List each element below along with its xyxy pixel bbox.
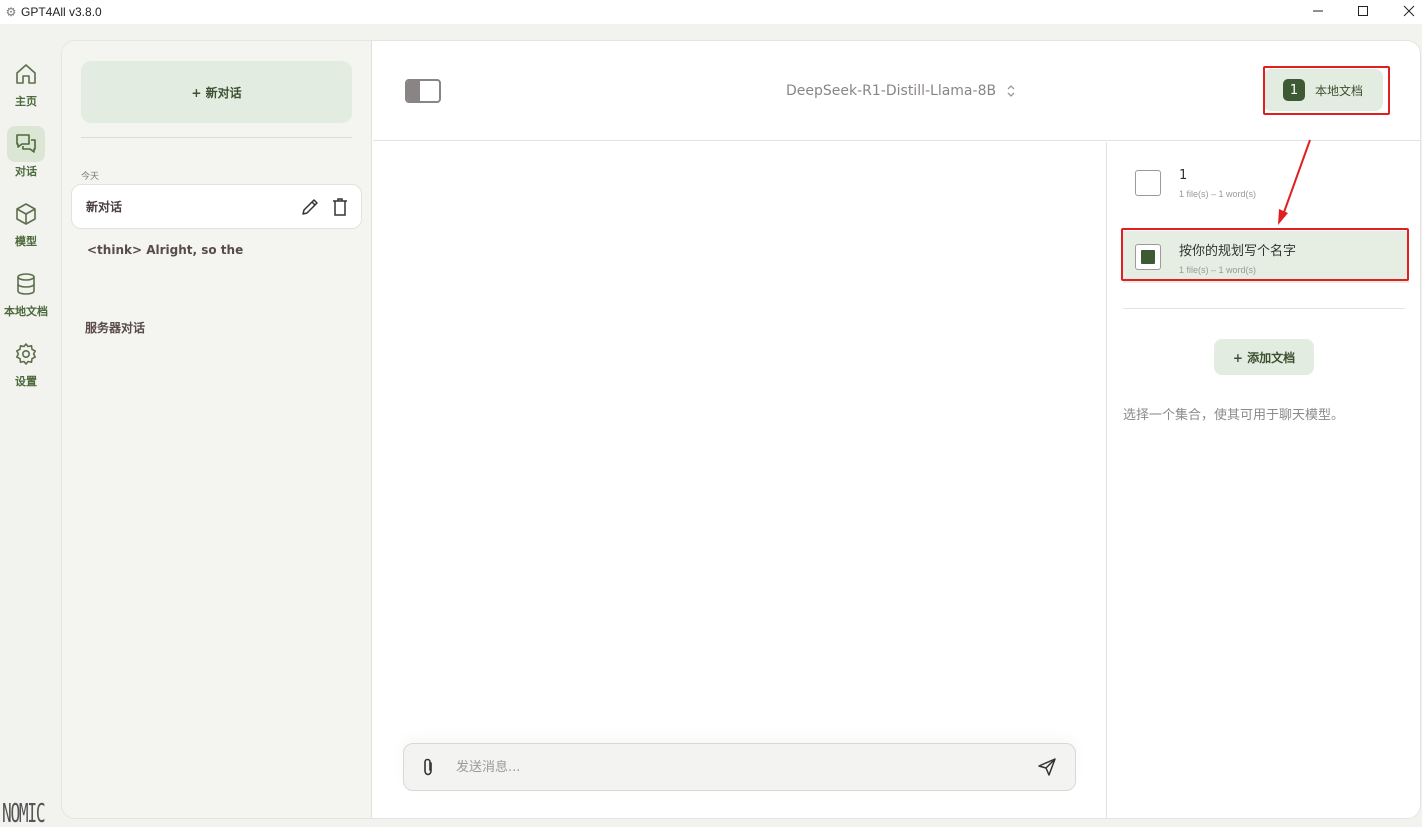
nav-models[interactable]: 模型: [0, 196, 52, 256]
model-name: DeepSeek-R1-Distill-Llama-8B: [786, 83, 997, 99]
chat-item[interactable]: <think> Alright, so the: [87, 243, 243, 257]
nav-home[interactable]: 主页: [0, 56, 52, 116]
chevron-updown-icon: [1006, 83, 1016, 99]
maximize-button[interactable]: [1340, 0, 1386, 22]
conversation-area: [373, 142, 1106, 818]
add-document-button[interactable]: + 添加文档: [1214, 339, 1314, 375]
nomic-logo: NOMIC: [2, 799, 46, 827]
toggle-sidebar-button[interactable]: [405, 79, 441, 103]
nav-home-label: 主页: [15, 95, 37, 108]
message-input[interactable]: [456, 759, 1019, 775]
chat-item-active[interactable]: 新对话: [71, 184, 362, 229]
paperclip-icon[interactable]: [404, 758, 452, 776]
toggle-sidebar-icon: [407, 81, 420, 101]
chat-item-name: 新对话: [86, 200, 123, 214]
nav-settings[interactable]: 设置: [0, 336, 52, 396]
collection-checkbox[interactable]: [1135, 244, 1161, 270]
nav-settings-label: 设置: [15, 375, 37, 388]
database-icon: [7, 266, 45, 302]
title-bar: ⚙ GPT4All v3.8.0: [0, 0, 1422, 24]
model-selector[interactable]: DeepSeek-R1-Distill-Llama-8B: [786, 79, 1016, 103]
nav-rail: 主页 对话 模型 本地文档 设置 NOMIC: [0, 24, 52, 827]
localdocs-button[interactable]: 1 本地文档: [1263, 69, 1383, 111]
cube-icon: [7, 196, 45, 232]
edit-icon[interactable]: [295, 192, 325, 222]
server-chats-label[interactable]: 服务器对话: [85, 319, 145, 336]
close-button[interactable]: [1386, 0, 1422, 22]
minimize-button[interactable]: [1295, 0, 1341, 22]
nav-localdocs[interactable]: 本地文档: [0, 266, 52, 326]
localdocs-label: 本地文档: [1314, 83, 1363, 98]
collection-title: 1: [1179, 167, 1188, 183]
nav-chat[interactable]: 对话: [0, 126, 52, 186]
divider: [81, 137, 352, 138]
section-today-label: 今天: [81, 172, 100, 182]
new-chat-button[interactable]: + 新对话: [81, 61, 352, 123]
message-input-bar: [403, 743, 1076, 791]
divider: [1123, 308, 1405, 309]
checked-mark-icon: [1141, 250, 1155, 264]
collection-meta: 1 file(s) – 1 word(s): [1179, 188, 1257, 199]
chat-icon: [7, 126, 45, 162]
collection-checkbox[interactable]: [1135, 170, 1161, 196]
localdocs-panel: 1 1 file(s) – 1 word(s) 按你的规划写个名字 1 file…: [1106, 142, 1420, 818]
main-card: + 新对话 今天 新对话 <think> Alright, so the 服务器…: [61, 40, 1421, 819]
collection-title: 按你的规划写个名字: [1179, 243, 1297, 259]
app-icon: ⚙: [5, 5, 17, 19]
collections-hint: 选择一个集合，使其可用于聊天模型。: [1123, 408, 1345, 423]
collection-meta: 1 file(s) – 1 word(s): [1179, 264, 1257, 275]
trash-icon[interactable]: [325, 192, 355, 222]
chat-main: DeepSeek-R1-Distill-Llama-8B 1 本地文档 发送消息…: [373, 41, 1420, 818]
collection-item-selected[interactable]: 按你的规划写个名字 1 file(s) – 1 word(s): [1123, 231, 1409, 283]
nav-chat-label: 对话: [15, 165, 37, 178]
localdocs-count-badge: 1: [1282, 79, 1305, 101]
send-icon[interactable]: [1019, 757, 1075, 777]
gear-icon: [7, 336, 45, 372]
window-title: GPT4All v3.8.0: [21, 5, 102, 19]
home-icon: [7, 56, 45, 92]
chat-list-panel: + 新对话 今天 新对话 <think> Alright, so the 服务器…: [62, 41, 372, 818]
collection-item[interactable]: 1 1 file(s) – 1 word(s): [1123, 157, 1409, 209]
nav-localdocs-label: 本地文档: [4, 305, 48, 318]
chat-header: DeepSeek-R1-Distill-Llama-8B 1 本地文档: [373, 41, 1420, 141]
nav-models-label: 模型: [15, 235, 37, 248]
